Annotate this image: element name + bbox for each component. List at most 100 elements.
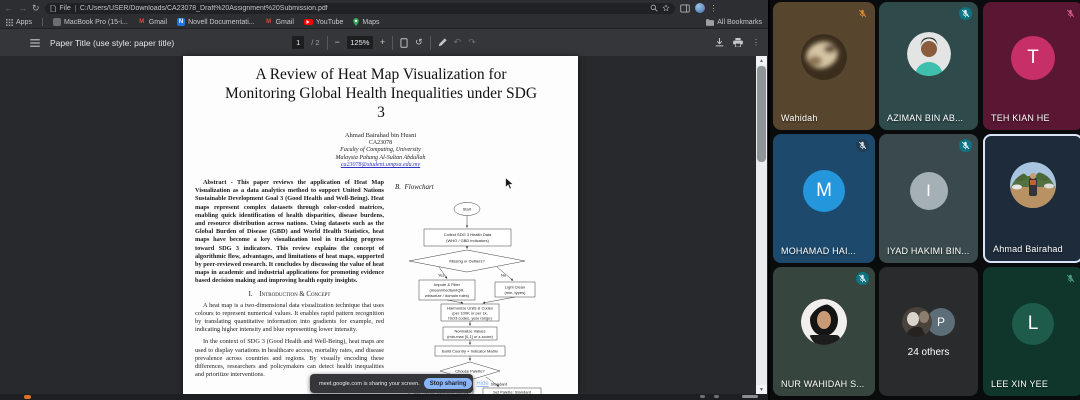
mic-muted-icon	[959, 7, 972, 20]
gmail-favicon: M	[138, 18, 146, 26]
url-scheme-label: File	[60, 5, 71, 12]
abstract-text: Abstract - This paper reviews the applic…	[195, 179, 384, 286]
svg-text:Yes: Yes	[438, 273, 445, 278]
svg-text:Build Country × Indicator Matr: Build Country × Indicator Matrix	[442, 349, 498, 354]
screen: ← → ↻ File C:/Users/USER/Downloads/CA230…	[0, 0, 1080, 400]
url-text: C:/Users/USER/Downloads/CA23078_Draft%20…	[80, 5, 328, 12]
url-bar[interactable]: File C:/Users/USER/Downloads/CA23078_Dra…	[45, 3, 675, 14]
mouse-cursor	[505, 177, 514, 190]
taskbar-icon	[700, 395, 705, 398]
taskbar-icon	[714, 395, 719, 398]
reload-icon[interactable]: ↻	[32, 4, 40, 13]
svg-text:(mean/median/IQR,: (mean/median/IQR,	[430, 288, 465, 293]
author-email[interactable]: ca23078@student.umpsa.edu.my	[183, 162, 578, 170]
zoom-level-input[interactable]: 125%	[347, 36, 373, 49]
participant-tile[interactable]: AZIMAN BIN AB...	[879, 2, 978, 130]
bookmark-novell[interactable]: N Novell Documentati...	[177, 18, 255, 26]
scroll-down-button[interactable]: ▼	[756, 385, 767, 394]
zoom-out-button[interactable]: −	[335, 38, 340, 47]
participant-name: NUR WAHIDAH S...	[781, 379, 864, 389]
avatar-photo	[907, 32, 951, 76]
meet-participant-grid: Wahidah AZIMAN BIN AB... T TEH KIAN	[770, 0, 1080, 400]
browser-menu-icon[interactable]: ⋮	[710, 4, 718, 13]
svg-text:ISO3 codes, year range): ISO3 codes, year range)	[448, 316, 492, 321]
author-name: Ahmad Bairahad bin Husni	[183, 132, 578, 140]
shared-screen: ← → ↻ File C:/Users/USER/Downloads/CA230…	[0, 0, 768, 400]
avatar-photo	[801, 34, 847, 80]
mic-muted-icon	[959, 139, 972, 152]
download-icon[interactable]	[715, 38, 724, 47]
avatar-photo	[902, 307, 932, 337]
svg-text:(min-max [0,1] or z-score): (min-max [0,1] or z-score)	[447, 334, 493, 339]
mic-muted-icon	[1064, 272, 1077, 285]
search-icon[interactable]	[650, 4, 658, 12]
novell-favicon: N	[177, 18, 185, 26]
participant-tile[interactable]: NUR WAHIDAH S...	[773, 267, 875, 396]
forward-icon[interactable]: →	[18, 4, 27, 13]
hide-banner-button[interactable]: Hide	[476, 381, 488, 387]
participant-tile[interactable]: M MOHAMAD HAI...	[773, 134, 875, 263]
participant-tile[interactable]: Wahidah	[773, 2, 875, 130]
avatar-photo	[1010, 162, 1056, 208]
bookmark-apps[interactable]: Apps	[6, 19, 32, 26]
scroll-up-button[interactable]: ▲	[756, 56, 767, 65]
author-block: Ahmad Bairahad bin Husni CA23078 Faculty…	[183, 132, 578, 170]
folder-icon	[706, 19, 714, 26]
participant-name: Wahidah	[781, 113, 818, 123]
page-number-input[interactable]: 1	[292, 36, 304, 49]
participant-name: TEH KIAN HE	[991, 113, 1050, 123]
bookmark-gmail-1[interactable]: M Gmail	[138, 18, 167, 26]
affiliation-2: Malaysia Pahang Al-Sultan Abdullah	[183, 155, 578, 163]
svg-text:No: No	[501, 273, 507, 278]
taskbar-clock	[742, 395, 758, 398]
participant-name: Ahmad Bairahad	[993, 244, 1063, 254]
annotate-pen-icon[interactable]	[438, 38, 447, 47]
avatar-initial: L	[1012, 303, 1054, 345]
macbook-favicon	[53, 18, 61, 26]
svg-text:Collect SDG 3 Health Data: Collect SDG 3 Health Data	[444, 232, 492, 237]
flowchart-heading: B. Flowchart	[395, 183, 434, 191]
bookmark-youtube[interactable]: YouTube	[304, 19, 344, 26]
mic-muted-icon	[856, 272, 869, 285]
mic-muted-icon	[1064, 7, 1077, 20]
scrollbar-thumb[interactable]	[757, 66, 766, 162]
side-panel-icon[interactable]	[680, 4, 690, 13]
participant-tile[interactable]: L LEE XIN YEE	[983, 267, 1080, 396]
zoom-in-button[interactable]: +	[380, 38, 385, 47]
all-bookmarks[interactable]: All Bookmarks	[706, 19, 762, 26]
stop-sharing-button[interactable]: Stop sharing	[424, 378, 473, 389]
svg-text:Light Clean: Light Clean	[505, 285, 525, 290]
pdf-scrollbar[interactable]: ▲ ▼	[756, 56, 767, 394]
overflow-avatars: P	[879, 307, 978, 337]
rotate-icon[interactable]: ↺	[415, 38, 423, 47]
apps-grid-icon	[6, 19, 13, 26]
mic-muted-icon	[856, 139, 869, 152]
participant-name: AZIMAN BIN AB...	[887, 113, 963, 123]
pdf-viewport: A Review of Heat Map Visualization for M…	[0, 56, 768, 394]
redo-icon[interactable]: ↷	[468, 38, 476, 47]
svg-text:winsorize / domain rules): winsorize / domain rules)	[425, 293, 470, 298]
bookmark-maps[interactable]: Maps	[353, 18, 379, 26]
participant-tile[interactable]: I IYAD HAKIMI BIN...	[879, 134, 978, 263]
profile-avatar[interactable]	[695, 3, 705, 13]
participant-tile[interactable]: T TEH KIAN HE	[983, 2, 1080, 130]
pdf-more-icon[interactable]: ⋮	[752, 38, 760, 47]
print-icon[interactable]	[733, 38, 743, 47]
bookmark-macbook[interactable]: MacBook Pro (15-i...	[53, 18, 128, 26]
svg-text:(WHO / GBD indicators): (WHO / GBD indicators)	[446, 238, 489, 243]
pdf-page: A Review of Heat Map Visualization for M…	[183, 56, 578, 394]
fit-page-icon[interactable]	[400, 38, 408, 48]
affiliation-1: Faculty of Computing, University	[183, 147, 578, 155]
svg-text:Choose Palette?: Choose Palette?	[455, 369, 485, 374]
bookmark-gmail-2[interactable]: M Gmail	[265, 18, 294, 26]
undo-icon[interactable]: ↶	[454, 38, 462, 47]
screenshare-banner: meet.google.com is sharing your screen. …	[310, 374, 473, 393]
avatar-photo	[801, 299, 847, 345]
bookmark-star-icon[interactable]	[662, 4, 670, 12]
back-icon[interactable]: ←	[4, 4, 13, 13]
overflow-tile[interactable]: P 24 others	[879, 267, 978, 396]
participant-tile-self[interactable]: Ahmad Bairahad	[983, 134, 1080, 263]
participant-name: MOHAMAD HAI...	[781, 246, 856, 256]
avatar	[801, 299, 847, 345]
svg-text:Impute & Filter: Impute & Filter	[434, 282, 461, 287]
